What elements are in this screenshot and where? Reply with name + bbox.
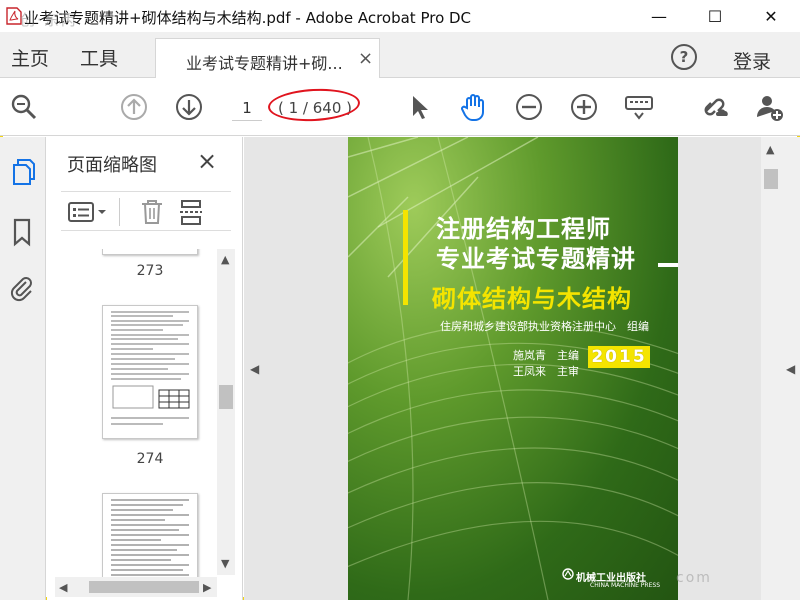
cover-year-badge: 2015 (588, 346, 650, 368)
cover-title-line2: 专业考试专题精讲 (436, 245, 636, 273)
thumbnail-horizontal-scrollbar[interactable]: ◀ ▶ (55, 577, 217, 597)
divider (119, 198, 120, 226)
scroll-up-arrow[interactable]: ▲ (766, 143, 774, 156)
search-zoom-icon[interactable] (8, 91, 40, 123)
thumbnail-list: 273 274 (55, 249, 215, 579)
delete-trash-icon[interactable] (139, 198, 165, 226)
insert-page-icon[interactable] (179, 198, 205, 226)
bottom-watermark: com (676, 570, 712, 586)
zoom-in-icon[interactable] (568, 91, 600, 123)
scrollbar-thumb[interactable] (89, 581, 199, 593)
collapse-right-arrow[interactable]: ◀ (786, 362, 795, 376)
thumbnail-label: 273 (136, 263, 164, 279)
page-up-icon[interactable] (118, 91, 150, 123)
thumbnail-page[interactable] (102, 305, 198, 439)
thumbnail-vertical-scrollbar[interactable]: ▲ ▼ (217, 249, 235, 575)
home-menu[interactable]: 主页 (11, 44, 49, 71)
document-tab[interactable]: 业考试专题精讲+砌... × (155, 38, 380, 78)
cover-subtitle: 砌体结构与木结构 (432, 285, 632, 313)
thumbnails-panel: 页面缩略图 × 273 274 ▲ ▼ ◀ ▶ (47, 137, 243, 600)
select-cursor-icon[interactable] (403, 91, 435, 123)
thumbnail-page[interactable] (102, 249, 198, 255)
scrollbar-thumb[interactable] (764, 169, 778, 189)
document-vertical-scrollbar[interactable]: ▲ (761, 137, 781, 600)
red-annotation-oval (267, 86, 361, 124)
bookmark-icon[interactable] (8, 217, 36, 247)
maximize-button[interactable]: ☐ (692, 0, 738, 32)
thumbnail-content (111, 499, 189, 576)
cover-organization: 住房和城乡建设部执业资格注册中心 组编 (440, 320, 649, 333)
cover-accent-bar (403, 210, 408, 305)
minimize-button[interactable]: — (636, 0, 682, 32)
share-link-icon[interactable] (698, 91, 730, 123)
add-user-icon[interactable] (753, 91, 785, 123)
book-cover-page: 注册结构工程师 专业考试专题精讲 砌体结构与木结构 住房和城乡建设部执业资格注册… (348, 137, 678, 600)
close-window-button[interactable]: ✕ (748, 0, 794, 32)
window-title: 业考试专题精讲+砌体结构与木结构.pdf - Adobe Acrobat Pro… (24, 9, 472, 27)
cover-author-editor: 施岚青 主编 (513, 349, 579, 362)
page-down-icon[interactable] (173, 91, 205, 123)
toolbar: 1 ( 1 / 640 ) (0, 78, 800, 136)
zoom-out-icon[interactable] (513, 91, 545, 123)
watermark-text: 创·东丙 (20, 11, 78, 29)
thumbnail-options-icon[interactable] (67, 200, 109, 224)
scrollbar-thumb[interactable] (219, 385, 233, 409)
hand-tool-icon[interactable] (458, 91, 490, 123)
scroll-right-arrow[interactable]: ▶ (203, 581, 211, 594)
thumbnail-content (111, 311, 190, 425)
thumbnail-label: 274 (136, 451, 164, 467)
cover-publisher-en: CHINA MACHINE PRESS (590, 582, 660, 589)
panel-title: 页面缩略图 (67, 155, 157, 176)
panel-close-button[interactable]: × (197, 147, 217, 175)
help-icon[interactable]: ? (671, 44, 697, 70)
scroll-up-arrow[interactable]: ▲ (221, 253, 229, 266)
document-tab-close-button[interactable]: × (358, 48, 373, 69)
tools-menu[interactable]: 工具 (80, 44, 118, 71)
scroll-left-arrow[interactable]: ◀ (59, 581, 67, 594)
attachment-icon[interactable] (8, 272, 36, 302)
scroll-down-arrow[interactable]: ▼ (221, 557, 229, 570)
document-tab-label: 业考试专题精讲+砌... (186, 54, 343, 73)
page-thumbnails-icon[interactable] (8, 157, 36, 187)
thumbnail-page[interactable] (102, 493, 198, 579)
cover-author-reviewer: 王凤来 主审 (513, 365, 579, 378)
publisher-logo-icon (562, 568, 574, 580)
login-button[interactable]: 登录 (733, 47, 771, 74)
collapse-left-arrow[interactable]: ◀ (250, 362, 259, 376)
title-bar: 业考试专题精讲+砌体结构与木结构.pdf - Adobe Acrobat Pro… (0, 0, 800, 32)
keyboard-icon[interactable] (623, 91, 655, 123)
left-rail (0, 137, 46, 600)
page-number-input[interactable]: 1 (232, 95, 262, 121)
cover-white-bar (658, 263, 678, 267)
panel-tools (61, 191, 231, 231)
